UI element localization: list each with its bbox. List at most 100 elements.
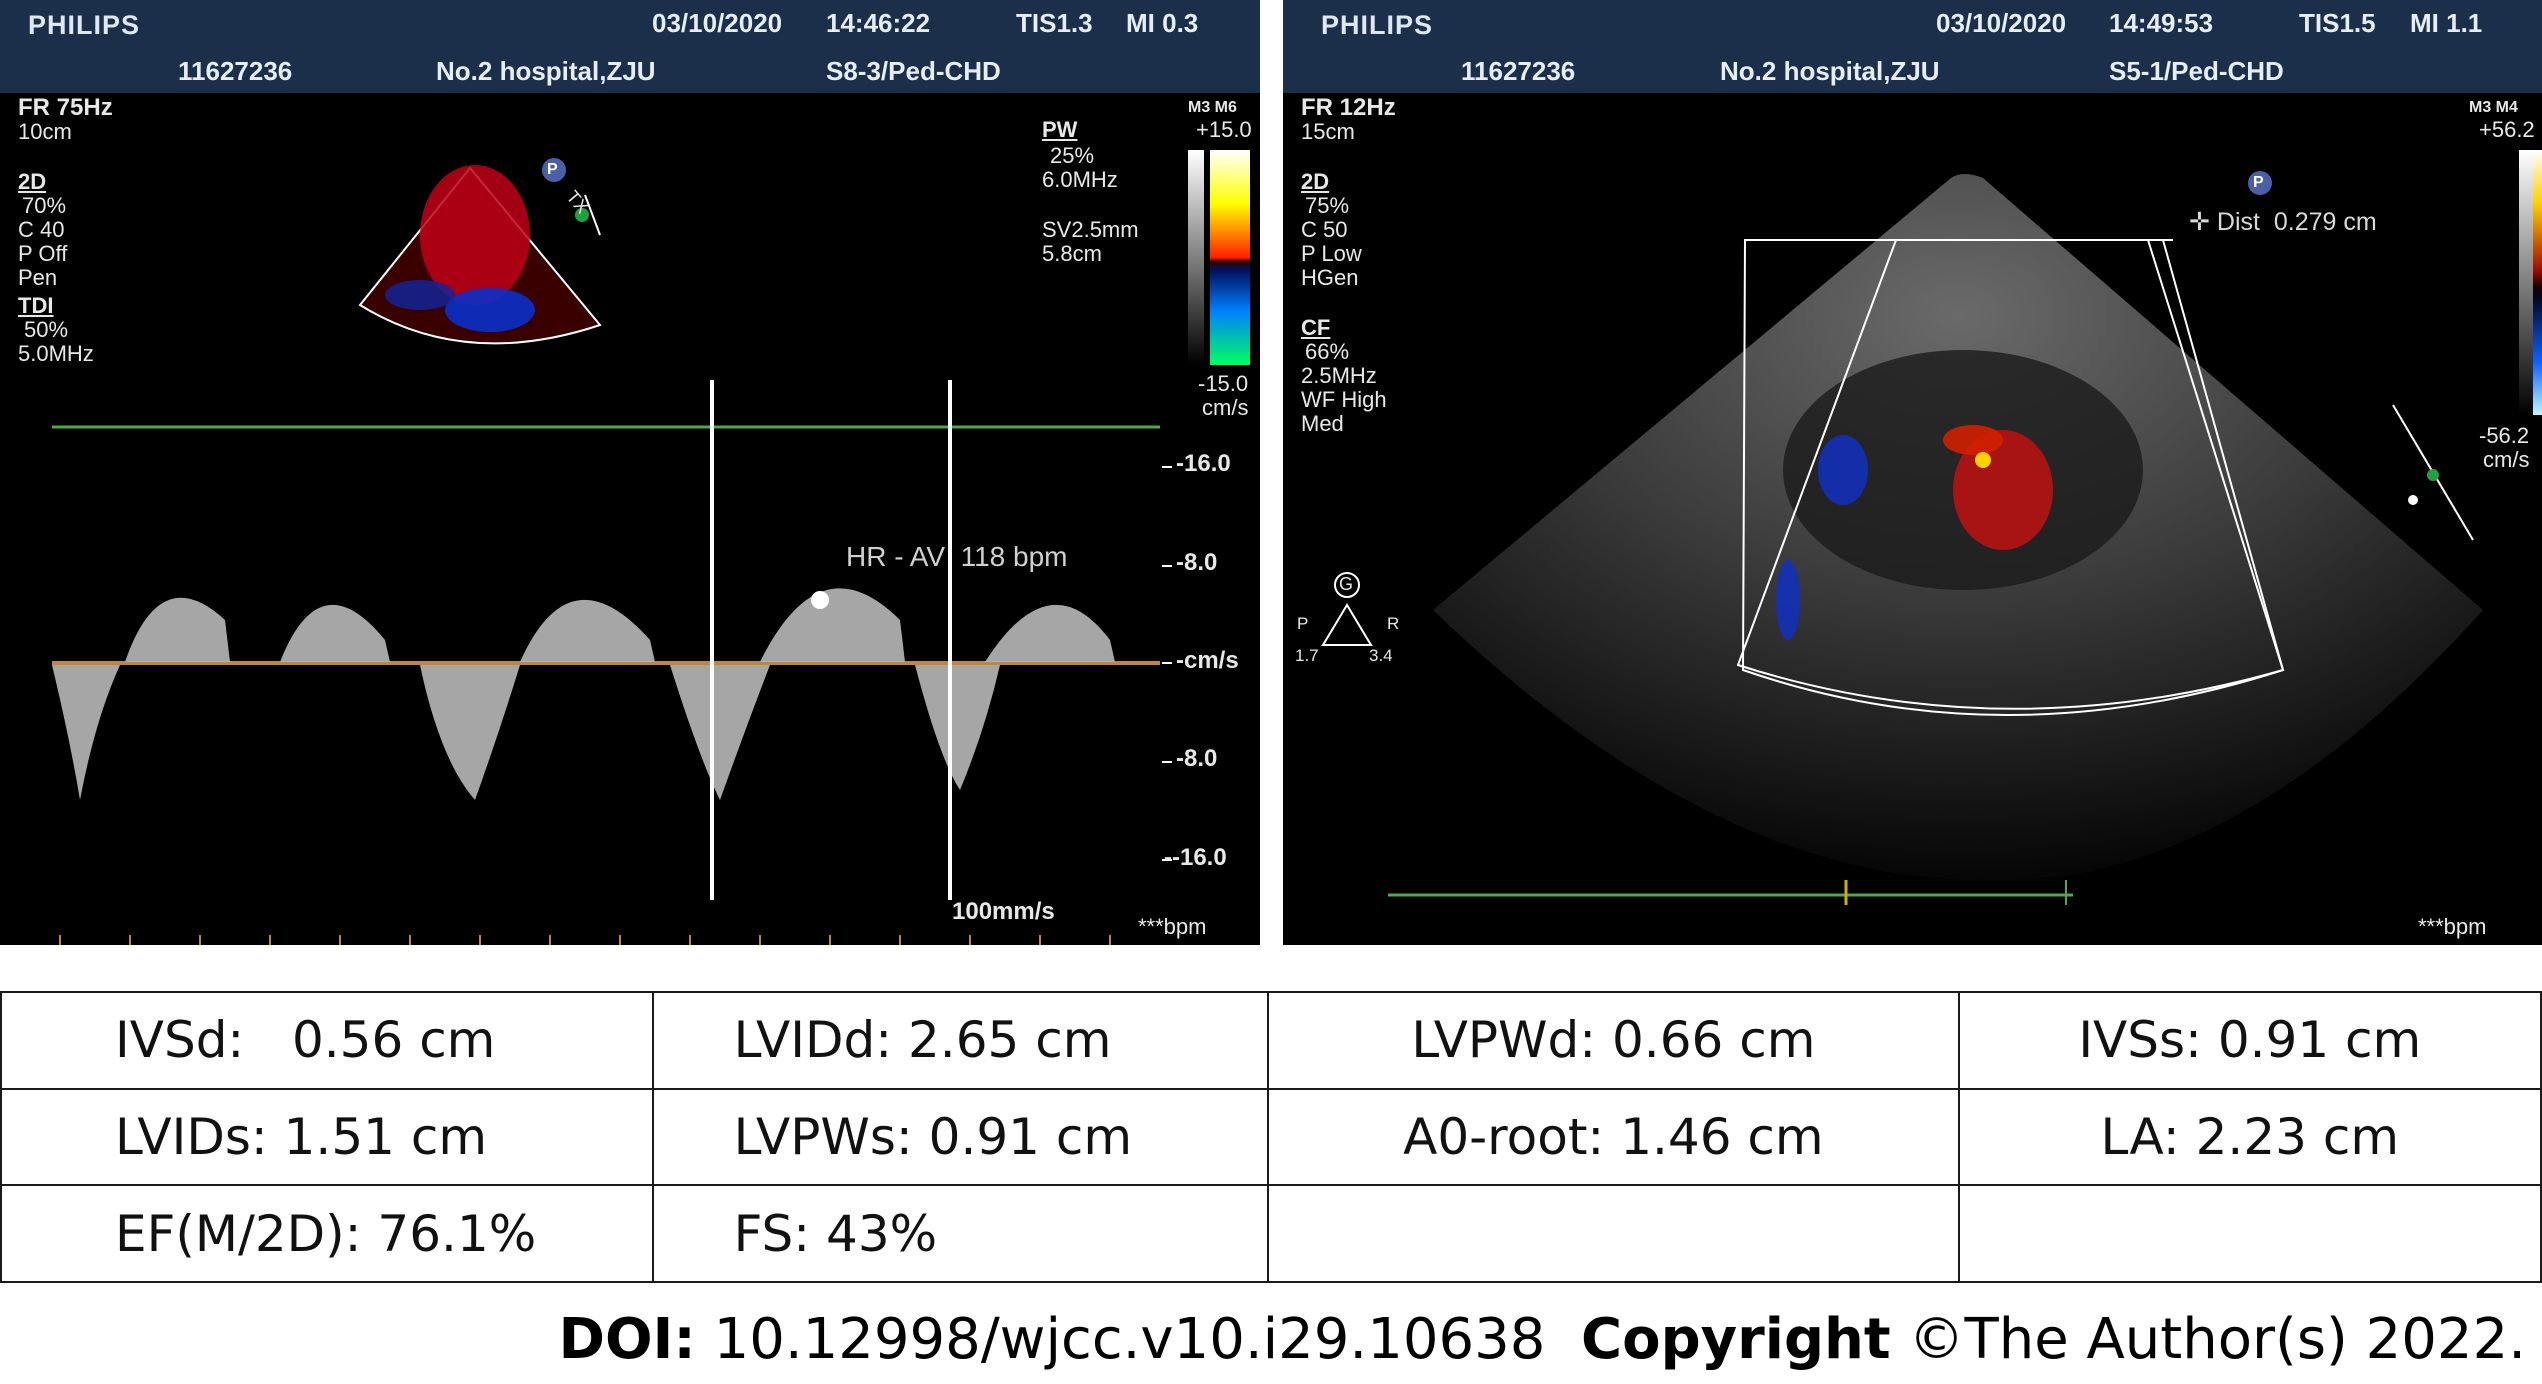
doppler-spectrum xyxy=(52,588,1115,800)
cf-speed: Med xyxy=(1301,411,1344,436)
scale-tick-5: --16.0 xyxy=(1164,844,1227,871)
citation-footer: DOI: 10.12998/wjcc.v10.i29.10638 Copyrig… xyxy=(558,1300,2526,1380)
color-doppler-panel: PHILIPS 03/10/2020 14:49:53 TIS1.5 MI 1.… xyxy=(1283,0,2542,945)
measurement-empty xyxy=(1267,1184,1960,1283)
tdi-gain: 50% xyxy=(24,317,69,342)
gain-triangle xyxy=(1321,603,1373,646)
gain-r-label: R xyxy=(1387,614,1400,633)
crosshair-icon: ✛ xyxy=(2189,208,2217,236)
table-row: IVSd: 0.56 cm LVIDd: 2.65 cm LVPWd: 0.66… xyxy=(0,991,2542,1090)
measurement-ef: EF(M/2D): 76.1% xyxy=(0,1184,654,1283)
frame-rate-right: FR 12Hz xyxy=(1301,94,1396,121)
colorbar-max-right: +56.2 xyxy=(2479,117,2535,142)
measurement-value: 2.65 cm xyxy=(907,1011,1112,1070)
colorbar-min: -15.0 xyxy=(1198,371,1249,396)
measurement-lvidd: LVIDd: 2.65 cm xyxy=(651,991,1270,1090)
measurement-label: A0-root: xyxy=(1403,1107,1605,1166)
doppler-ultrasound-panel: PHILIPS 03/10/2020 14:46:22 TIS1.3 MI 0.… xyxy=(0,0,1260,945)
gain-label: G xyxy=(1339,574,1354,594)
scale-tick-4: -8.0 xyxy=(1176,745,1218,772)
bpm-readout-right: ***bpm xyxy=(2418,914,2487,939)
gain-left-value: 1.7 xyxy=(1295,646,1319,665)
measurement-la: LA: 2.23 cm xyxy=(1957,1087,2542,1187)
measurement-label: LVPWs: xyxy=(733,1107,913,1166)
param-2d-gain: 70% xyxy=(22,193,67,218)
measurement-label: FS: xyxy=(733,1204,811,1263)
measurement-value: 2.23 cm xyxy=(2195,1107,2400,1166)
probe-orientation-marker-right: P xyxy=(2253,174,2264,191)
measurement-label: LVIDd: xyxy=(733,1011,893,1070)
measurement-label: IVSs: xyxy=(2078,1011,2202,1070)
colorbar-max: +15.0 xyxy=(1196,117,1252,142)
param-2d-persistence: P Off xyxy=(18,241,68,266)
param-2d-persistence-right: P Low xyxy=(1301,241,1362,266)
tdi-title: TDI xyxy=(18,293,54,318)
sample-depth: 5.8cm xyxy=(1042,241,1102,266)
colorbar-unit-right: cm/s xyxy=(2483,447,2530,472)
measurement-value: 0.56 cm xyxy=(291,1011,496,1070)
time-ruler xyxy=(59,935,1111,945)
measurement-label: LVIDs: xyxy=(115,1107,268,1166)
color-doppler-graphics xyxy=(1321,150,2542,905)
measurement-ivss: IVSs: 0.91 cm xyxy=(1957,991,2542,1090)
measurement-value: 0.66 cm xyxy=(1611,1011,1816,1070)
sector-blue-flow xyxy=(445,288,535,332)
scale-tick-1: -16.0 xyxy=(1176,450,1231,477)
color-bar-right xyxy=(2533,150,2542,415)
sample-volume: SV2.5mm xyxy=(1042,217,1139,242)
velocity-scale xyxy=(1162,466,1172,861)
depth-label-right: 15cm xyxy=(1301,119,1355,144)
pw-gain: 25% xyxy=(1050,143,1095,168)
gain-p-label: P xyxy=(1297,614,1309,633)
measurement-label: EF(M/2D): xyxy=(115,1204,362,1263)
distance-readout: ✛ Dist 0.279 cm xyxy=(2189,208,2377,236)
copyright-label: Copyright xyxy=(1581,1307,1891,1372)
param-2d-compress: C 40 xyxy=(18,217,65,242)
measurement-fs: FS: 43% xyxy=(651,1184,1270,1283)
cf-frequency: 2.5MHz xyxy=(1301,363,1377,388)
param-2d-preset-right: HGen xyxy=(1301,265,1359,290)
measurement-lvpwd: LVPWd: 0.66 cm xyxy=(1267,991,1960,1090)
measurement-label: LVPWd: xyxy=(1411,1011,1597,1070)
scale-tick-3: -cm/s xyxy=(1176,647,1239,674)
measurement-value: 0.91 cm xyxy=(2217,1011,2422,1070)
depth-label: 10cm xyxy=(18,119,72,144)
copyright-value: ©The Author(s) 2022. xyxy=(1908,1307,2526,1372)
table-row: LVIDs: 1.51 cm LVPWs: 0.91 cm A0-root: 1… xyxy=(0,1087,2542,1187)
param-2d-gain-right: 75% xyxy=(1305,193,1350,218)
doi-label: DOI: xyxy=(558,1307,696,1372)
measurement-label: LA: xyxy=(2100,1107,2180,1166)
measurement-lvpws: LVPWs: 0.91 cm xyxy=(651,1087,1270,1187)
distance-value: Dist 0.279 cm xyxy=(2216,208,2377,236)
param-2d-compress-right: C 50 xyxy=(1301,217,1348,242)
cf-wall-filter: WF High xyxy=(1301,387,1387,412)
cf-title: CF xyxy=(1301,315,1331,340)
gain-right-value: 3.4 xyxy=(1369,646,1393,665)
sweep-speed: 100mm/s xyxy=(952,898,1055,925)
measurement-value: 43% xyxy=(826,1204,938,1263)
probe-orientation-marker: P xyxy=(547,161,558,178)
measurement-value: 1.51 cm xyxy=(283,1107,488,1166)
measurement-ivsd: IVSd: 0.56 cm xyxy=(0,991,654,1090)
measurement-value: 76.1% xyxy=(377,1204,537,1263)
pw-frequency: 6.0MHz xyxy=(1042,167,1118,192)
param-2d-preset: Pen xyxy=(18,265,58,290)
tdi-frequency: 5.0MHz xyxy=(18,341,94,366)
doi-value: 10.12998/wjcc.v10.i29.10638 xyxy=(713,1307,1546,1372)
pw-title: PW xyxy=(1042,117,1078,142)
mode-2d-title-right: 2D xyxy=(1301,169,1330,194)
gray-bar xyxy=(1188,150,1204,365)
measurement-empty xyxy=(1957,1184,2542,1283)
bpm-readout: ***bpm xyxy=(1138,914,1207,939)
heart-rate-readout: HR - AV 118 bpm xyxy=(846,541,1068,572)
frame-rate: FR 75Hz xyxy=(18,94,113,121)
measurements-table: IVSd: 0.56 cm LVIDd: 2.65 cm LVPWd: 0.66… xyxy=(0,991,2542,1283)
measurement-label: IVSd: xyxy=(115,1011,245,1070)
color-bar xyxy=(1210,150,1250,365)
measurement-aoroot: A0-root: 1.46 cm xyxy=(1267,1087,1960,1187)
scale-tick-2: -8.0 xyxy=(1176,549,1218,576)
colorbar-min-right: -56.2 xyxy=(2479,423,2530,448)
cf-gain: 66% xyxy=(1305,339,1350,364)
colorbar-unit: cm/s xyxy=(1202,395,1249,420)
measurement-value: 0.91 cm xyxy=(928,1107,1133,1166)
